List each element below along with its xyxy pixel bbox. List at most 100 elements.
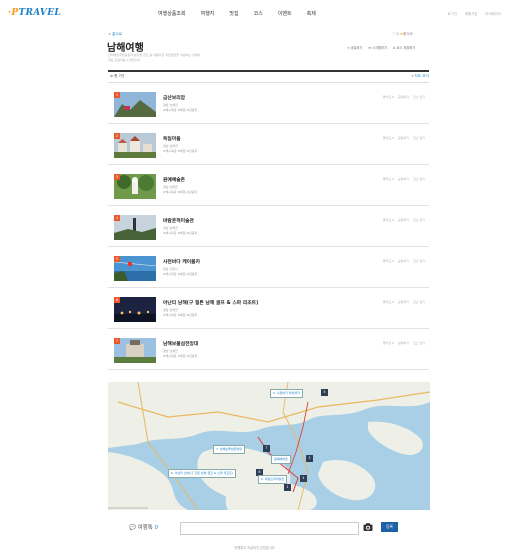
review-submit-button[interactable]: 등록 (381, 522, 398, 532)
item-course-button[interactable]: 코스 담기 (413, 341, 425, 345)
list-item[interactable]: 6 아난티 남해(구 힐튼 남해 골프 & 스파 리조트) 경남 남해군 #해수… (108, 291, 429, 329)
chat-icon: 💬 (129, 525, 136, 531)
list-item[interactable]: 7 남해보물섬전망대 경남 남해군 #해수욕장 #체험 #관광지 좋아요 0 공유… (108, 332, 429, 370)
item-actions: 좋아요 0 공유하기 코스 담기 (383, 95, 425, 99)
list-item[interactable]: 3 원예예술촌 경남 남해군 #해수욕장 #체험 #관광지 좋아요 0 공유하기 코… (108, 168, 429, 206)
map-pin-label[interactable]: 원예예술촌 (271, 455, 291, 464)
place-thumbnail[interactable] (114, 256, 156, 281)
nav-item-events[interactable]: 이벤트 (278, 10, 292, 17)
list-item[interactable]: 4 바람흔적미술관 경남 남해군 #해수욕장 #체험 #관광지 좋아요 0 공유하… (108, 209, 429, 247)
signup-link[interactable]: 회원가입 (465, 11, 477, 16)
item-like-button[interactable]: 좋아요 0 (383, 136, 394, 140)
item-actions: 좋아요 0 공유하기 코스 담기 (383, 177, 425, 181)
item-like-button[interactable]: 좋아요 0 (383, 95, 394, 99)
item-actions: 좋아요 0 공유하기 코스 담기 (383, 259, 425, 263)
item-number: 3 (114, 174, 120, 180)
item-number: 2 (114, 133, 120, 139)
place-thumbnail[interactable] (114, 297, 156, 322)
item-like-button[interactable]: 좋아요 0 (383, 300, 394, 304)
list-item[interactable]: 1 금산보리암 경남 남해군 #해수욕장 #체험 #관광지 좋아요 0 공유하기 코… (108, 86, 429, 124)
list-item[interactable]: 2 독일마을 경남 남해군 #해수욕장 #체험 #관광지 좋아요 0 공유하기 코스… (108, 127, 429, 165)
place-address: 경남 남해군 (163, 103, 178, 107)
list-item[interactable]: 5 사천바다 케이블카 경남 사천시 #해수욕장 #체험 #관광지 좋아요 0 공… (108, 250, 429, 288)
utility-links: 로그인 회원가입 마이페이지 (448, 11, 501, 16)
item-share-button[interactable]: 공유하기 (398, 218, 409, 222)
item-course-button[interactable]: 코스 담기 (413, 259, 425, 263)
review-input[interactable] (180, 522, 359, 535)
map-pin-icon: ⌖ (411, 74, 414, 78)
like-button[interactable]: ♡ 0 ★좋아요 (392, 32, 413, 37)
place-name[interactable]: 독일마을 (163, 135, 181, 142)
nav-item-products[interactable]: 여행상품조회 (158, 10, 186, 17)
item-course-button[interactable]: 코스 담기 (413, 136, 425, 140)
place-name[interactable]: 바람흔적미술관 (163, 217, 194, 224)
review-label: 여행톡 (137, 525, 153, 531)
place-tags: #해수욕장 #체험 #관광지 (163, 149, 198, 153)
nav-item-festivals[interactable]: 축제 (307, 10, 316, 17)
page-description: 한려해상국립공원과 보리암 금산 등 아름다운 자연경관을 자랑하는 남해의 대… (108, 53, 200, 62)
place-name[interactable]: 원예예술촌 (163, 176, 185, 183)
place-thumbnail[interactable] (114, 174, 156, 199)
map-pin-marker[interactable]: 3 (306, 455, 313, 462)
place-thumbnail[interactable] (114, 133, 156, 158)
total-count: ≡ 총 7건 (110, 74, 125, 78)
scrap-button[interactable]: ✉ 스크랩하기 (368, 45, 386, 50)
item-course-button[interactable]: 코스 담기 (413, 218, 425, 222)
place-address: 경남 남해군 (163, 185, 178, 189)
item-number: 1 (114, 92, 120, 98)
camera-icon[interactable] (363, 522, 373, 532)
place-thumbnail[interactable] (114, 215, 156, 240)
page-actions: ⋖ 공유하기 ✉ 스크랩하기 ⬇ 코스 저장하기 (347, 45, 415, 50)
review-count: 0 (154, 525, 159, 531)
item-share-button[interactable]: 공유하기 (398, 136, 409, 140)
item-like-button[interactable]: 좋아요 0 (383, 341, 394, 345)
place-name[interactable]: 금산보리암 (163, 94, 185, 101)
mypage-link[interactable]: 마이페이지 (485, 11, 501, 16)
place-tags: #해수욕장 #체험 #관광지 (163, 108, 198, 112)
nav-item-restaurants[interactable]: 맛집 (229, 10, 238, 17)
place-address: 경남 남해군 (163, 144, 178, 148)
item-like-button[interactable]: 좋아요 0 (383, 259, 394, 263)
place-tags: #해수욕장 #체험 #관광지 (163, 272, 198, 276)
description-line: 한려해상국립공원과 보리암 금산 등 아름다운 자연경관을 자랑하는 남해의 (108, 53, 201, 57)
item-number: 7 (114, 338, 120, 344)
item-share-button[interactable]: 공유하기 (398, 95, 409, 99)
empty-review-message: 여행톡이 작성되지 않았습니다. (234, 546, 276, 550)
nav-item-courses[interactable]: 코스 (254, 10, 263, 17)
map-pin-label[interactable]: 6. 아난티 남해(구 힐튼 남해 골프 & 스파 리조트) (168, 469, 237, 478)
map-pin-marker[interactable]: 5 (321, 389, 328, 396)
item-number: 6 (114, 297, 120, 303)
save-course-button[interactable]: ⬇ 코스 저장하기 (393, 45, 415, 50)
item-course-button[interactable]: 코스 담기 (413, 177, 425, 181)
map-pin-marker[interactable]: 1 (284, 484, 291, 491)
list-header: ≡ 총 7건 ⌖ 지도 보기 (108, 70, 429, 83)
nav-item-destinations[interactable]: 여행지 (201, 10, 215, 17)
map-pin-label[interactable]: 2. 바람흔적미술관 (258, 475, 288, 484)
item-share-button[interactable]: 공유하기 (398, 177, 409, 181)
site-logo[interactable]: ·PTRAVEL (8, 8, 61, 18)
review-header: 💬 여행톡 0 (129, 523, 158, 531)
place-tags: #해수욕장 #체험 #관광지 (163, 231, 198, 235)
place-thumbnail[interactable] (114, 92, 156, 117)
share-button[interactable]: ⋖ 공유하기 (347, 45, 362, 50)
breadcrumb-home-link[interactable]: < 홈으로 (108, 32, 122, 37)
map-toggle-button[interactable]: ⌖ 지도 보기 (411, 74, 429, 79)
map-pin-marker[interactable]: 7 (263, 445, 270, 452)
item-share-button[interactable]: 공유하기 (398, 259, 409, 263)
item-share-button[interactable]: 공유하기 (398, 341, 409, 345)
login-link[interactable]: 로그인 (448, 11, 457, 16)
item-share-button[interactable]: 공유하기 (398, 300, 409, 304)
item-course-button[interactable]: 코스 담기 (413, 95, 425, 99)
place-name[interactable]: 남해보물섬전망대 (163, 340, 198, 347)
course-map[interactable]: 5. 사천바다 케이블카 5 7. 남해보물섬전망대 7 원예예술촌 3 6. … (108, 382, 430, 510)
item-like-button[interactable]: 좋아요 0 (383, 177, 394, 181)
place-name[interactable]: 아난티 남해(구 힐튼 남해 골프 & 스파 리조트) (163, 299, 258, 306)
map-pin-marker[interactable]: 4 (300, 475, 307, 482)
item-actions: 좋아요 0 공유하기 코스 담기 (383, 300, 425, 304)
map-pin-label[interactable]: 7. 남해보물섬전망대 (213, 445, 245, 454)
item-like-button[interactable]: 좋아요 0 (383, 218, 394, 222)
item-course-button[interactable]: 코스 담기 (413, 300, 425, 304)
place-name[interactable]: 사천바다 케이블카 (163, 258, 200, 265)
place-thumbnail[interactable] (114, 338, 156, 363)
map-pin-label[interactable]: 5. 사천바다 케이블카 (270, 389, 303, 398)
